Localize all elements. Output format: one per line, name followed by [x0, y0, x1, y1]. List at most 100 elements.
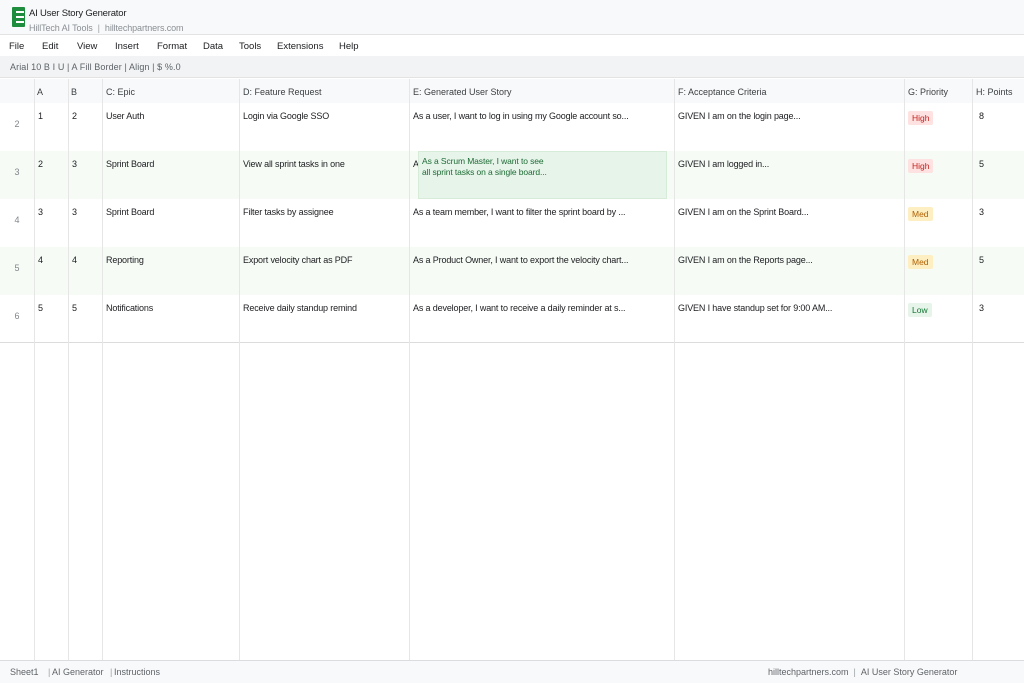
row-number[interactable]: 3 [0, 167, 34, 177]
document-title[interactable]: AI User Story Generator [29, 8, 127, 19]
row-number[interactable]: 5 [0, 263, 34, 273]
cell-feature[interactable]: Receive daily standup remind [243, 303, 407, 313]
col-divider [239, 79, 240, 660]
cell-story[interactable]: As a Product Owner, I want to export the… [413, 255, 671, 265]
tab-separator: | [110, 667, 113, 677]
menu-data[interactable]: Data [203, 41, 223, 52]
col-header-h[interactable]: H: Points [976, 87, 1013, 97]
col-header-e[interactable]: E: Generated User Story [413, 87, 512, 97]
document-subtitle: HillTech AI Tools | hilltechpartners.com [29, 23, 184, 33]
cell-criteria[interactable]: GIVEN I have standup set for 9:00 AM... [678, 303, 902, 313]
menu-view[interactable]: View [77, 41, 97, 52]
cell-a[interactable]: 1 [38, 111, 43, 121]
sheets-logo-icon [12, 7, 25, 27]
title-bar: AI User Story Generator HillTech AI Tool… [0, 0, 1024, 35]
col-divider [972, 79, 973, 660]
menu-edit[interactable]: Edit [42, 41, 58, 52]
toolbar-controls[interactable]: Arial 10 B I U | A Fill Border | Align |… [10, 62, 181, 72]
cell-feature[interactable]: Login via Google SSO [243, 111, 407, 121]
active-edit-cell[interactable]: As a Scrum Master, I want to see all spr… [418, 151, 667, 199]
menu-insert[interactable]: Insert [115, 41, 139, 52]
edit-cell-line-1: As a Scrum Master, I want to see [422, 156, 544, 166]
col-header-f[interactable]: F: Acceptance Criteria [678, 87, 767, 97]
status-app-name: AI User Story Generator [860, 667, 958, 677]
cell-points[interactable]: 3 [979, 207, 984, 217]
cell-epic[interactable]: Sprint Board [106, 159, 236, 169]
cell-feature[interactable]: View all sprint tasks in one [243, 159, 407, 169]
cell-points[interactable]: 5 [979, 255, 984, 265]
menu-help[interactable]: Help [339, 41, 359, 52]
cell-story[interactable]: As a developer, I want to receive a dail… [413, 303, 671, 313]
priority-badge[interactable]: Med [908, 255, 933, 269]
org-name: HillTech AI Tools [29, 23, 93, 33]
subtitle-separator: | [97, 23, 100, 33]
cell-criteria[interactable]: GIVEN I am on the Sprint Board... [678, 207, 902, 217]
cell-epic[interactable]: User Auth [106, 111, 236, 121]
tab-separator: | [48, 667, 51, 677]
cell-feature[interactable]: Filter tasks by assignee [243, 207, 407, 217]
cell-points[interactable]: 8 [979, 111, 984, 121]
cell-b[interactable]: 3 [72, 207, 77, 217]
status-separator: | [853, 667, 856, 677]
table-row: 4 3 3 Sprint Board Filter tasks by assig… [0, 199, 1024, 247]
cell-a[interactable]: 4 [38, 255, 43, 265]
col-header-b[interactable]: B [71, 87, 77, 97]
sheet-tab-sheet1[interactable]: Sheet1 [10, 667, 39, 677]
priority-badge[interactable]: Med [908, 207, 933, 221]
cell-a[interactable]: 2 [38, 159, 43, 169]
cell-points[interactable]: 5 [979, 159, 984, 169]
menu-tools[interactable]: Tools [239, 41, 261, 52]
sheet-grid: A B C: Epic D: Feature Request E: Genera… [0, 79, 1024, 660]
cell-b[interactable]: 5 [72, 303, 77, 313]
priority-badge[interactable]: High [908, 111, 934, 125]
status-bar: Sheet1 | AI Generator | Instructions hil… [0, 660, 1024, 683]
cell-b[interactable]: 4 [72, 255, 77, 265]
priority-badge[interactable]: High [908, 159, 934, 173]
col-divider [674, 79, 675, 660]
col-divider [409, 79, 410, 660]
row-number[interactable]: 2 [0, 119, 34, 129]
status-site[interactable]: hilltechpartners.com [768, 667, 849, 677]
cell-epic[interactable]: Sprint Board [106, 207, 236, 217]
col-header-g[interactable]: G: Priority [908, 87, 948, 97]
cell-epic[interactable]: Reporting [106, 255, 236, 265]
cell-a[interactable]: 5 [38, 303, 43, 313]
cell-criteria[interactable]: GIVEN I am logged in... [678, 159, 902, 169]
cell-epic[interactable]: Notifications [106, 303, 236, 313]
cell-b[interactable]: 2 [72, 111, 77, 121]
table-row: 2 1 2 User Auth Login via Google SSO As … [0, 103, 1024, 151]
menu-extensions[interactable]: Extensions [277, 41, 323, 52]
edit-cell-line-2: all sprint tasks on a single board... [422, 167, 547, 177]
cell-story[interactable]: As a team member, I want to filter the s… [413, 207, 671, 217]
col-divider [68, 79, 69, 660]
col-header-d[interactable]: D: Feature Request [243, 87, 322, 97]
column-header-row: A B C: Epic D: Feature Request E: Genera… [0, 79, 1024, 103]
site-link[interactable]: hilltechpartners.com [105, 23, 184, 33]
status-info: hilltechpartners.com | AI User Story Gener… [768, 667, 957, 677]
cell-story[interactable]: As a user, I want to log in using my Goo… [413, 111, 671, 121]
cell-feature[interactable]: Export velocity chart as PDF [243, 255, 407, 265]
menu-format[interactable]: Format [157, 41, 187, 52]
formatting-toolbar: Arial 10 B I U | A Fill Border | Align |… [0, 56, 1024, 78]
cell-points[interactable]: 3 [979, 303, 984, 313]
spreadsheet-app: AI User Story Generator HillTech AI Tool… [0, 0, 1024, 683]
col-header-c[interactable]: C: Epic [106, 87, 135, 97]
table-row: 5 4 4 Reporting Export velocity chart as… [0, 247, 1024, 295]
menu-file[interactable]: File [9, 41, 24, 52]
row-number[interactable]: 6 [0, 311, 34, 321]
cell-criteria[interactable]: GIVEN I am on the Reports page... [678, 255, 902, 265]
row-number[interactable]: 4 [0, 215, 34, 225]
menu-bar: File Edit View Insert Format Data Tools … [0, 35, 1024, 56]
cell-criteria[interactable]: GIVEN I am on the login page... [678, 111, 902, 121]
sheet-tab-instructions[interactable]: Instructions [114, 667, 160, 677]
priority-badge[interactable]: Low [908, 303, 932, 317]
cell-a[interactable]: 3 [38, 207, 43, 217]
col-divider [904, 79, 905, 660]
col-divider [102, 79, 103, 660]
data-range-bottom-border [0, 342, 1024, 343]
col-divider [34, 79, 35, 660]
col-header-a[interactable]: A [37, 87, 43, 97]
cell-b[interactable]: 3 [72, 159, 77, 169]
table-row: 6 5 5 Notifications Receive daily standu… [0, 295, 1024, 343]
sheet-tab-ai-generator[interactable]: AI Generator [52, 667, 104, 677]
